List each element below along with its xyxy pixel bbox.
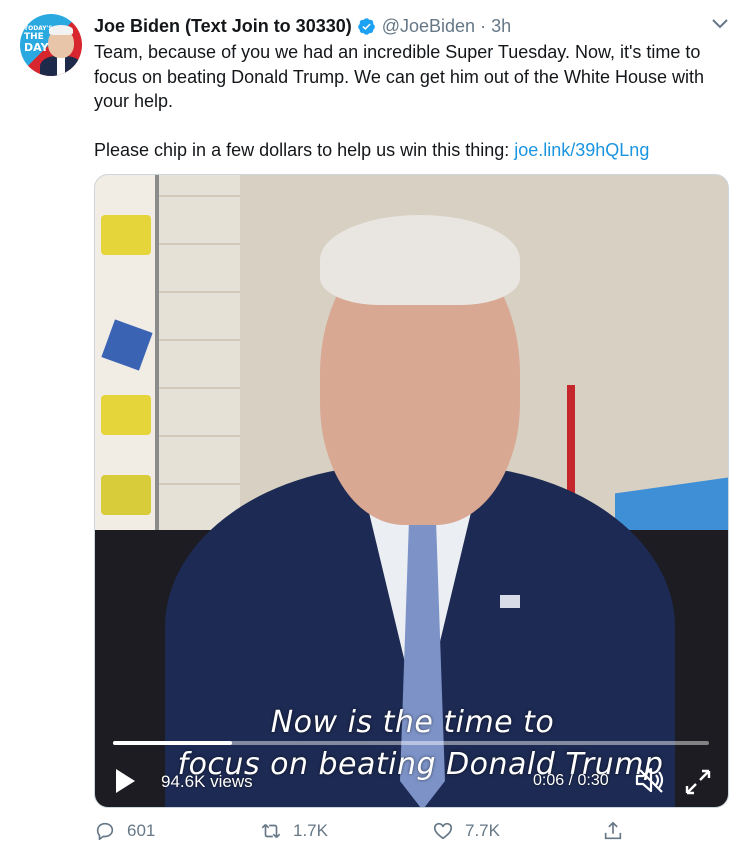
video-frame-speaker-hair: [320, 215, 520, 305]
video-timecode: 0:06 / 0:30: [533, 772, 609, 789]
reply-button[interactable]: 601: [94, 820, 155, 842]
like-count: 7.7K: [465, 821, 500, 840]
play-icon[interactable]: [113, 767, 137, 795]
video-subtitle-line-1: Now is the time to: [270, 705, 555, 740]
video-progress-bar[interactable]: [113, 741, 709, 745]
tweet-actions: 601 1.7K 7.7K: [94, 820, 734, 845]
share-button[interactable]: [602, 820, 635, 842]
tweet-text-paragraph-1: Team, because of you we had an incredibl…: [94, 42, 704, 111]
video-frame-bus: [101, 395, 151, 435]
tweet[interactable]: TODAY'S THE DAY Joe Biden (Text Join to …: [0, 0, 740, 845]
tweet-text-paragraph-2: Please chip in a few dollars to help us …: [94, 138, 734, 163]
video-frame-bus: [101, 215, 151, 255]
verified-badge-icon: [357, 17, 375, 35]
tweet-link[interactable]: joe.link/39hQLng: [514, 140, 649, 160]
tweet-text-paragraph-2-prefix: Please chip in a few dollars to help us …: [94, 139, 515, 160]
share-icon: [604, 821, 622, 840]
heart-icon: [433, 822, 453, 840]
tweet-timestamp[interactable]: 3h: [491, 16, 511, 37]
author-handle[interactable]: @JoeBiden: [382, 16, 475, 37]
volume-muted-icon[interactable]: [633, 765, 667, 795]
like-button[interactable]: 7.7K: [432, 820, 500, 842]
reply-icon: [96, 822, 114, 841]
chevron-down-icon[interactable]: [710, 16, 730, 32]
retweet-icon: [261, 823, 281, 839]
video-frame-bus: [101, 475, 151, 515]
video-frame-blue-shape: [101, 319, 153, 371]
avatar-text-line3: DAY: [24, 41, 49, 54]
video-progress-fill: [113, 741, 233, 745]
video-frame-poster: [95, 175, 159, 540]
expand-icon[interactable]: [683, 767, 713, 797]
tweet-text: Team, because of you we had an incredibl…: [94, 40, 734, 162]
view-count: 94.6K views: [161, 772, 253, 791]
avatar-badge-text: TODAY'S THE DAY: [24, 26, 54, 54]
video-player[interactable]: Now is the time to focus on beating Dona…: [94, 174, 729, 808]
avatar[interactable]: TODAY'S THE DAY: [20, 14, 82, 76]
tweet-header: Joe Biden (Text Join to 30330) @JoeBiden…: [94, 14, 511, 38]
reply-count: 601: [127, 821, 156, 840]
separator-dot: ·: [480, 15, 487, 36]
avatar-shirt: [57, 56, 65, 76]
retweet-button[interactable]: 1.7K: [260, 820, 328, 842]
flag-pin: [500, 595, 520, 608]
retweet-count: 1.7K: [293, 821, 328, 840]
video-frame-red-pole: [567, 385, 575, 495]
author-name[interactable]: Joe Biden (Text Join to 30330): [94, 16, 352, 37]
